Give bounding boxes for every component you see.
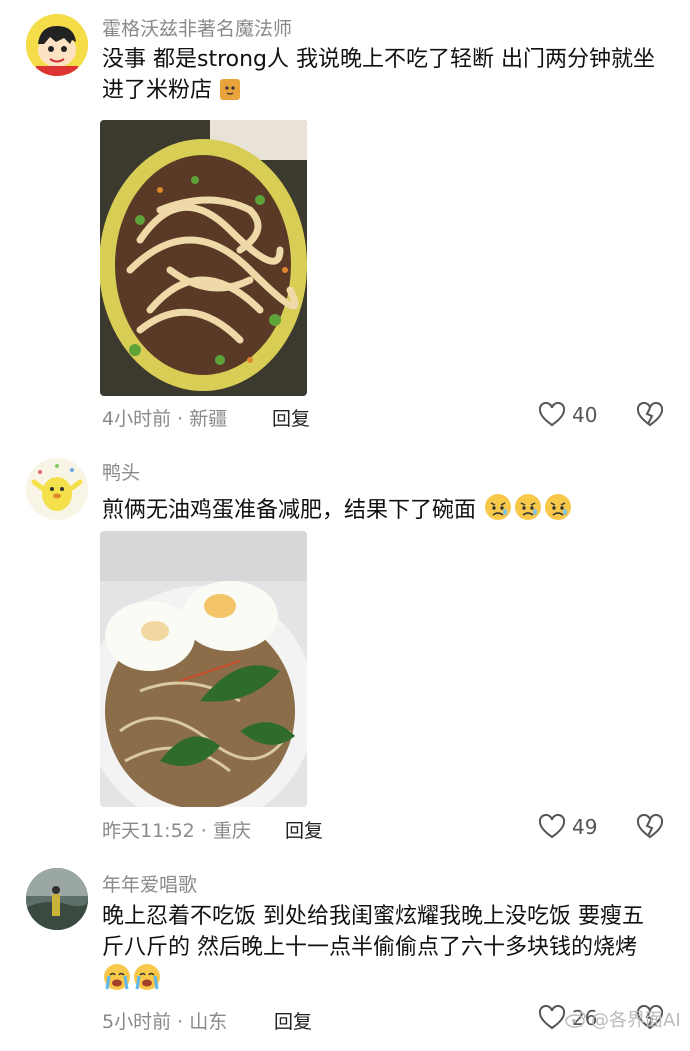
sad-face-emoji-icon [513, 493, 543, 530]
comment-text: 晚上忍着不吃饭 到处给我闺蜜炫耀我晚上没吃饭 要瘦五斤八斤的 然后晚上十一点半偷… [102, 901, 647, 1000]
comment-item: 霍格沃兹非著名魔法师 没事 都是strong人 我说晚上不吃了轻断 出门两分钟就… [0, 0, 690, 440]
username[interactable]: 鸭头 [102, 458, 140, 485]
comment-meta: 5小时前 · 山东 [102, 1011, 228, 1033]
comment-text: 没事 都是strong人 我说晚上不吃了轻断 出门两分钟就坐进了米粉店 [102, 44, 662, 110]
user-avatar[interactable] [26, 458, 88, 520]
watermark: @各界面AI [565, 1006, 681, 1032]
watermark-text: @各界面AI [591, 1010, 681, 1031]
like-count: 40 [572, 403, 598, 427]
crying-face-emoji-icon [132, 963, 162, 1000]
crying-face-emoji-icon [102, 963, 132, 1000]
comment-meta: 4小时前 · 新疆 [102, 408, 228, 430]
yellow-duck-avatar-icon [26, 458, 88, 520]
reply-button[interactable]: 回复 [272, 404, 310, 431]
landscape-avatar-icon [26, 868, 88, 930]
cat-sticker-icon [219, 77, 241, 110]
sad-face-emoji-icon [483, 493, 513, 530]
comment-item: 鸭头 煎俩无油鸡蛋准备减肥，结果下了碗面 昨天11:52 · 重庆 回复 49 [0, 440, 690, 860]
dislike-button[interactable] [636, 813, 664, 844]
comment-text: 煎俩无油鸡蛋准备减肥，结果下了碗面 [102, 493, 662, 530]
dislike-button[interactable] [636, 401, 664, 432]
cartoon-boy-avatar-icon [26, 14, 88, 76]
comment-photo[interactable] [100, 120, 307, 396]
heart-icon [538, 1005, 566, 1030]
reply-button[interactable]: 回复 [285, 816, 323, 843]
comment-photo[interactable] [100, 531, 307, 807]
rice-noodle-bowl-image-icon [100, 120, 307, 396]
like-count: 49 [572, 815, 598, 839]
user-avatar[interactable] [26, 868, 88, 930]
broken-heart-icon [636, 401, 664, 427]
comment-text-content: 煎俩无油鸡蛋准备减肥，结果下了碗面 [102, 498, 477, 523]
heart-icon [538, 402, 566, 427]
comment-meta: 昨天11:52 · 重庆 [102, 820, 251, 842]
comment-text-content: 没事 都是strong人 我说晚上不吃了轻断 出门两分钟就坐进了米粉店 [102, 47, 655, 103]
egg-noodle-bowl-image-icon [100, 531, 307, 807]
broken-heart-icon [636, 813, 664, 839]
heart-icon [538, 814, 566, 839]
like-button[interactable]: 40 [538, 402, 597, 428]
sad-face-emoji-icon [543, 493, 573, 530]
username[interactable]: 霍格沃兹非著名魔法师 [102, 14, 292, 41]
comment-text-content: 晚上忍着不吃饭 到处给我闺蜜炫耀我晚上没吃饭 要瘦五斤八斤的 然后晚上十一点半偷… [102, 904, 644, 960]
user-avatar[interactable] [26, 14, 88, 76]
reply-button[interactable]: 回复 [274, 1007, 312, 1034]
weibo-logo-icon [565, 1011, 586, 1028]
like-button[interactable]: 49 [538, 814, 597, 840]
username[interactable]: 年年爱唱歌 [102, 870, 197, 897]
